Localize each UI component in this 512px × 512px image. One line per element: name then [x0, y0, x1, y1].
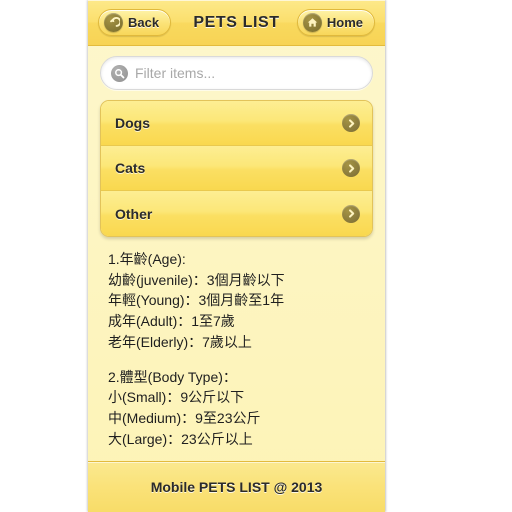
info-line: 1.年齡(Age): — [108, 251, 186, 267]
info-block-age: 1.年齡(Age): 幼齡(juvenile)：3個月齡以下 年輕(Young)… — [100, 249, 373, 353]
info-line: 幼齡(juvenile)：3個月齡以下 — [108, 271, 285, 288]
chevron-right-icon — [342, 159, 360, 177]
page-header: Back PETS LIST Home — [88, 0, 385, 46]
chevron-right-icon — [342, 204, 360, 223]
search-input[interactable] — [135, 65, 362, 81]
info-line: 成年(Adult)：1至7歲 — [108, 313, 235, 330]
home-icon — [302, 13, 322, 32]
chevron-right-icon — [342, 114, 360, 132]
search-icon — [111, 64, 128, 82]
info-line: 年輕(Young)：3個月齡至1年 — [108, 292, 285, 309]
list-item-other[interactable]: Other — [101, 191, 372, 236]
back-button[interactable]: Back — [98, 9, 172, 36]
mobile-page-frame: Back PETS LIST Home Filter items... Dogs… — [88, 0, 385, 512]
category-list: Dogs Cats Other — [100, 100, 373, 237]
page-content: Dogs Cats Other — [88, 46, 385, 461]
footer-text: Mobile PETS LIST @ 2013 — [150, 479, 323, 495]
filter-search-field[interactable] — [100, 56, 373, 90]
back-button-label: Back — [128, 15, 160, 30]
info-line: 中(Medium)：9至23公斤 — [108, 410, 261, 427]
page-title: PETS LIST — [193, 13, 280, 31]
home-button-label: Home — [326, 15, 363, 30]
back-arrow-icon — [104, 13, 123, 32]
info-block-body-type: 2.體型(Body Type)： 小(Small)：9公斤以下 中(Medium… — [100, 367, 373, 450]
list-item-dogs[interactable]: Dogs — [101, 101, 372, 146]
list-item-label: Dogs — [115, 115, 150, 131]
home-button[interactable]: Home — [296, 9, 375, 36]
info-line: 2.體型(Body Type)： — [108, 368, 237, 385]
page-footer: Mobile PETS LIST @ 2013 — [88, 461, 385, 512]
list-item-label: Cats — [115, 160, 146, 176]
list-item-cats[interactable]: Cats — [101, 146, 372, 191]
info-line: 大(Large)：23公斤以上 — [108, 430, 253, 447]
info-line: 小(Small)：9公斤以下 — [108, 389, 245, 406]
info-line: 老年(Elderly)：7歲以上 — [108, 333, 252, 350]
list-item-label: Other — [115, 205, 153, 222]
